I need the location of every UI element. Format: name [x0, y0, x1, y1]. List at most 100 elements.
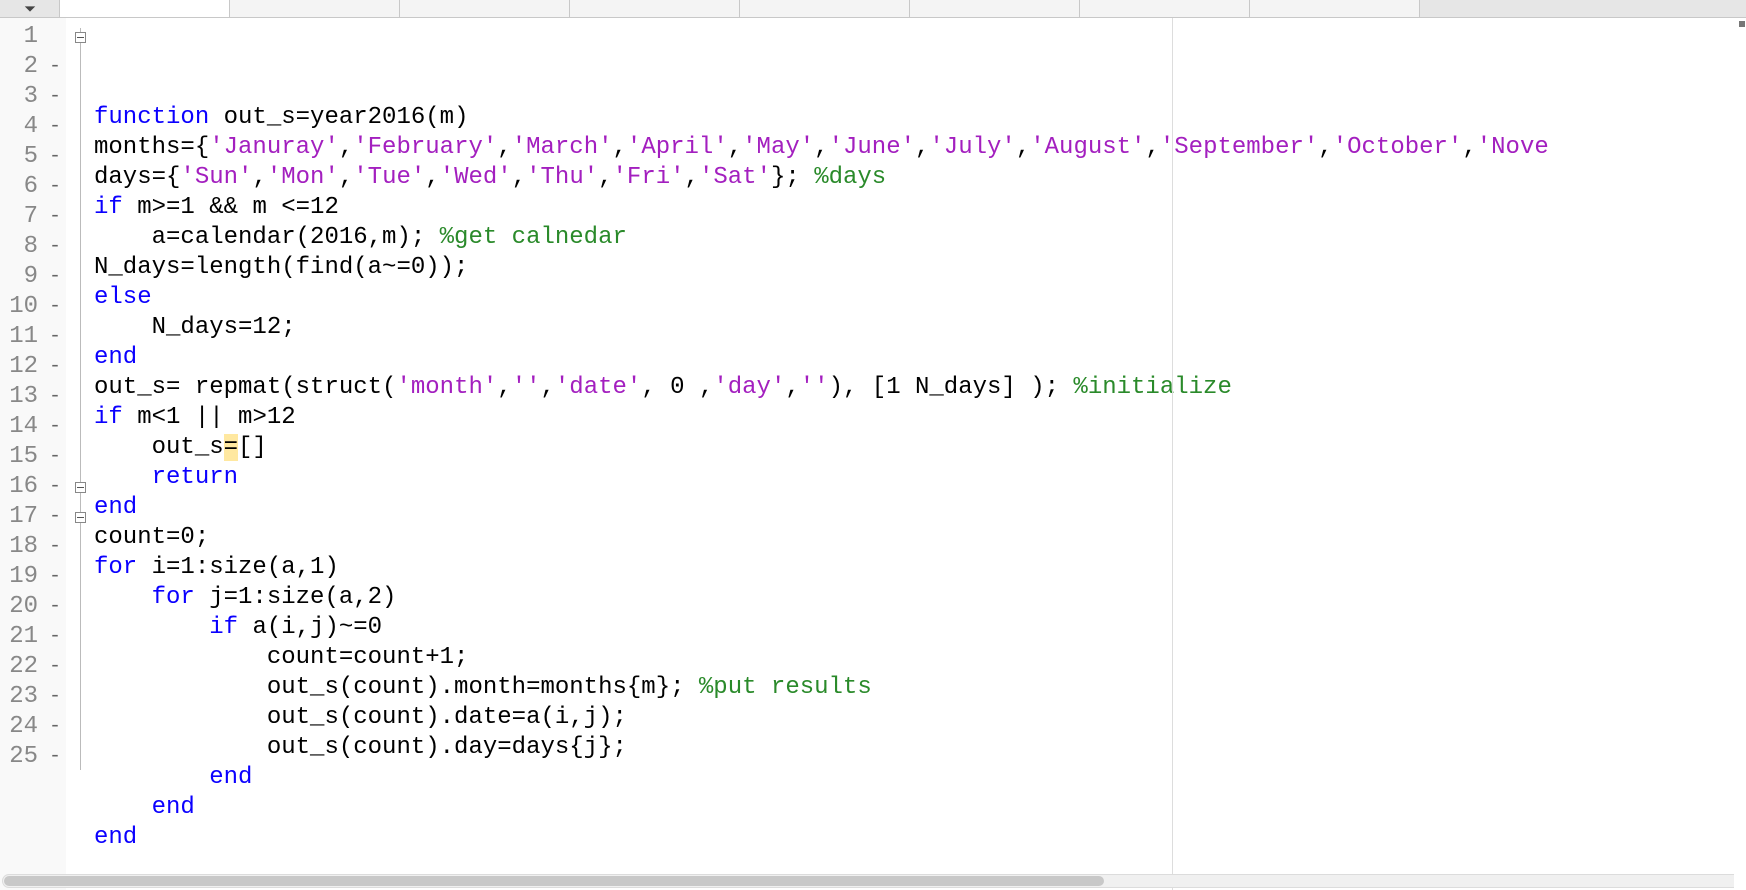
- line-number: 3: [0, 82, 44, 112]
- breakpoint-marker[interactable]: -: [44, 652, 66, 682]
- editor-tab[interactable]: [1250, 0, 1420, 17]
- code-line[interactable]: end: [94, 343, 1746, 373]
- code-line[interactable]: function out_s=year2016(m): [94, 103, 1746, 133]
- code-line[interactable]: count=0;: [94, 523, 1746, 553]
- editor-tab[interactable]: [1080, 0, 1250, 17]
- code-line[interactable]: N_days=length(find(a~=0));: [94, 253, 1746, 283]
- code-line[interactable]: end: [94, 823, 1746, 853]
- editor-tab[interactable]: [230, 0, 400, 17]
- breakpoint-marker[interactable]: -: [44, 562, 66, 592]
- breakpoint-marker[interactable]: -: [44, 682, 66, 712]
- breakpoint-marker[interactable]: -: [44, 502, 66, 532]
- fold-minus-icon[interactable]: [75, 482, 86, 493]
- code-token: out_s= repmat(struct(: [94, 374, 396, 401]
- breakpoint-marker[interactable]: -: [44, 352, 66, 382]
- code-area[interactable]: function out_s=year2016(m)months={'Janur…: [94, 18, 1746, 890]
- breakpoint-marker[interactable]: -: [44, 592, 66, 622]
- code-line[interactable]: N_days=12;: [94, 313, 1746, 343]
- breakpoint-marker[interactable]: -: [44, 232, 66, 262]
- breakpoint-marker[interactable]: -: [44, 112, 66, 142]
- code-line[interactable]: end: [94, 763, 1746, 793]
- chevron-down-icon: [23, 2, 37, 16]
- line-number: 1: [0, 22, 44, 52]
- code-line[interactable]: for j=1:size(a,2): [94, 583, 1746, 613]
- code-token: out_s(count).month=months{m};: [94, 674, 699, 701]
- breakpoint-marker[interactable]: -: [44, 322, 66, 352]
- keyword-token: for: [94, 554, 152, 581]
- breakpoint-marker[interactable]: -: [44, 712, 66, 742]
- line-number: 15: [0, 442, 44, 472]
- line-number: 8: [0, 232, 44, 262]
- breakpoint-marker[interactable]: -: [44, 52, 66, 82]
- fold-minus-icon[interactable]: [75, 32, 86, 43]
- code-line[interactable]: days={'Sun','Mon','Tue','Wed','Thu','Fri…: [94, 163, 1746, 193]
- code-line[interactable]: for i=1:size(a,1): [94, 553, 1746, 583]
- line-number: 22: [0, 652, 44, 682]
- breakpoint-marker[interactable]: -: [44, 142, 66, 172]
- horizontal-scrollbar[interactable]: [2, 874, 1744, 888]
- string-token: '': [512, 374, 541, 401]
- code-line[interactable]: end: [94, 493, 1746, 523]
- editor-tab[interactable]: [910, 0, 1080, 17]
- breakpoint-marker[interactable]: -: [44, 742, 66, 772]
- breakpoint-marker[interactable]: -: [44, 382, 66, 412]
- code-line[interactable]: else: [94, 283, 1746, 313]
- code-token: m<1 || m>12: [137, 404, 295, 431]
- line-number: 2: [0, 52, 44, 82]
- string-token: 'Mon': [267, 164, 339, 191]
- code-line[interactable]: return: [94, 463, 1746, 493]
- editor-tab-active[interactable]: [60, 0, 230, 17]
- code-token: ,: [339, 134, 353, 161]
- keyword-token: end: [94, 824, 137, 851]
- code-line[interactable]: months={'Januray','February','March','Ap…: [94, 133, 1746, 163]
- fold-column[interactable]: [66, 18, 94, 890]
- line-number: 16: [0, 472, 44, 502]
- string-token: 'September': [1160, 134, 1318, 161]
- tab-dropdown-button[interactable]: [0, 0, 60, 17]
- string-token: 'August': [1030, 134, 1145, 161]
- code-token: j=1:size(a,2): [209, 584, 396, 611]
- editor-tab[interactable]: [740, 0, 910, 17]
- breakpoint-marker[interactable]: -: [44, 532, 66, 562]
- breakpoint-marker[interactable]: -: [44, 172, 66, 202]
- vertical-scrollbar[interactable]: [1735, 18, 1745, 872]
- code-line[interactable]: out_s(count).day=days{j};: [94, 733, 1746, 763]
- tab-strip: [0, 0, 1746, 18]
- code-line[interactable]: count=count+1;: [94, 643, 1746, 673]
- code-token: ,: [425, 164, 439, 191]
- line-number: 11: [0, 322, 44, 352]
- code-line[interactable]: out_s= repmat(struct('month','','date', …: [94, 373, 1746, 403]
- editor-tab[interactable]: [400, 0, 570, 17]
- breakpoint-marker[interactable]: -: [44, 472, 66, 502]
- scrollbar-thumb[interactable]: [4, 876, 1104, 886]
- code-line[interactable]: a=calendar(2016,m); %get calnedar: [94, 223, 1746, 253]
- editor-area: 1234567891011121314151617181920212223242…: [0, 18, 1746, 890]
- code-line[interactable]: out_s=[]: [94, 433, 1746, 463]
- comment-token: %initialize: [1073, 374, 1231, 401]
- editor-tab[interactable]: [570, 0, 740, 17]
- breakpoint-marker[interactable]: -: [44, 622, 66, 652]
- breakpoint-marker[interactable]: -: [44, 82, 66, 112]
- breakpoint-marker[interactable]: -: [44, 262, 66, 292]
- code-token: a(i,j)~=0: [252, 614, 382, 641]
- keyword-token: end: [94, 344, 137, 371]
- code-line[interactable]: out_s(count).date=a(i,j);: [94, 703, 1746, 733]
- breakpoint-column[interactable]: ------------------------: [44, 18, 66, 890]
- breakpoint-marker[interactable]: -: [44, 202, 66, 232]
- code-line[interactable]: end: [94, 793, 1746, 823]
- line-number: 20: [0, 592, 44, 622]
- code-token: ,: [814, 134, 828, 161]
- keyword-token: for: [152, 584, 210, 611]
- code-line[interactable]: if m>=1 && m <=12: [94, 193, 1746, 223]
- breakpoint-marker[interactable]: -: [44, 442, 66, 472]
- code-line[interactable]: out_s(count).month=months{m}; %put resul…: [94, 673, 1746, 703]
- breakpoint-marker[interactable]: -: [44, 292, 66, 322]
- string-token: 'Sun': [180, 164, 252, 191]
- code-token: ,: [613, 134, 627, 161]
- keyword-token: if: [209, 614, 252, 641]
- breakpoint-marker[interactable]: -: [44, 412, 66, 442]
- code-line[interactable]: if m<1 || m>12: [94, 403, 1746, 433]
- code-line[interactable]: if a(i,j)~=0: [94, 613, 1746, 643]
- breakpoint-marker[interactable]: [44, 22, 66, 52]
- fold-minus-icon[interactable]: [75, 512, 86, 523]
